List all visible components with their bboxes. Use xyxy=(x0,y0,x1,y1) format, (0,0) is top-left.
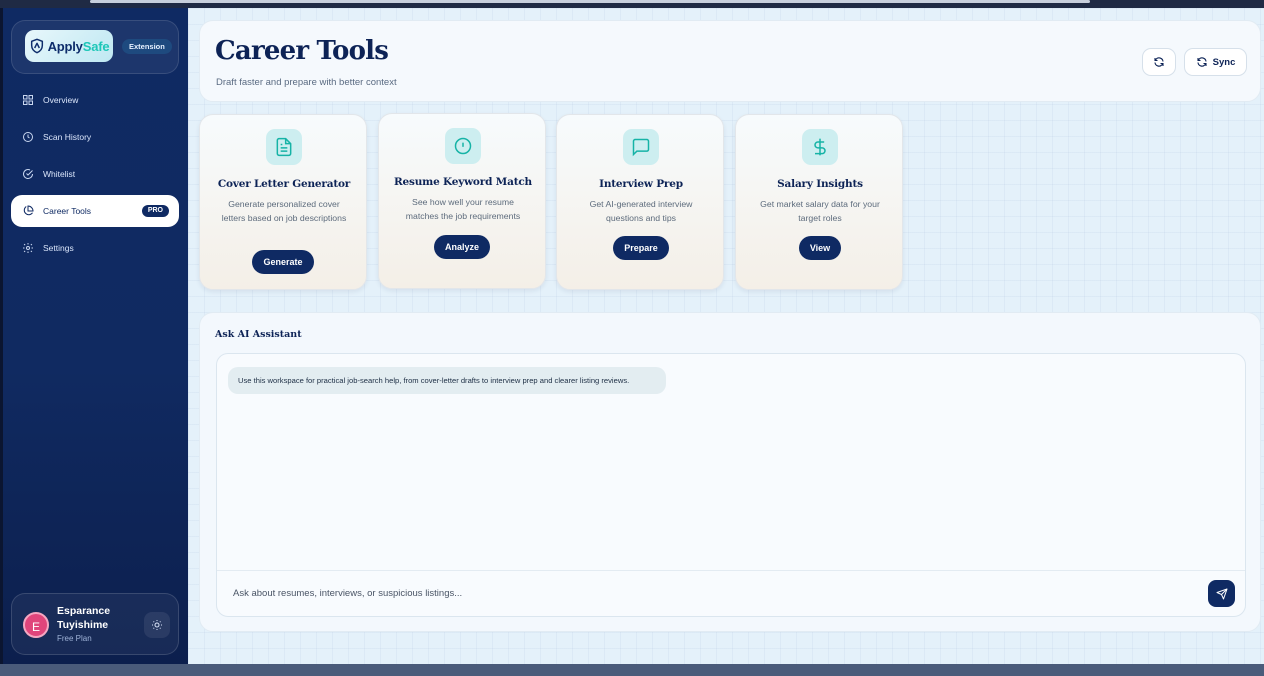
sidebar: ApplySafe Extension Overview Scan Histor… xyxy=(3,8,188,664)
sync-button[interactable]: Sync xyxy=(1184,48,1247,76)
sidebar-item-label: Overview xyxy=(43,95,79,105)
theme-toggle-button[interactable] xyxy=(144,612,170,638)
assistant-heading: Ask AI Assistant xyxy=(215,329,302,340)
ai-assistant-panel: Ask AI Assistant Use this workspace for … xyxy=(199,312,1261,632)
tool-title: Salary Insights xyxy=(777,178,863,190)
main-content: Career Tools Draft faster and prepare wi… xyxy=(188,8,1264,664)
check-circle-icon xyxy=(23,169,34,180)
view-button[interactable]: View xyxy=(799,236,841,260)
user-plan: Free Plan xyxy=(57,634,92,643)
clock-icon xyxy=(23,132,33,142)
sidebar-item-label: Career Tools xyxy=(43,206,92,216)
sidebar-item-label: Whitelist xyxy=(43,169,76,179)
tool-icon-container xyxy=(445,128,481,164)
message-square-icon xyxy=(632,138,650,157)
sidebar-item-label: Settings xyxy=(43,243,74,253)
sidebar-item-label: Scan History xyxy=(43,132,92,142)
tool-description: See how well your resume matches the job… xyxy=(405,197,521,221)
sidebar-item-settings[interactable]: Settings xyxy=(11,232,179,264)
grid-icon xyxy=(23,95,33,105)
document-icon xyxy=(276,137,292,157)
tool-title: Cover Letter Generator xyxy=(217,178,351,190)
page-title: Career Tools xyxy=(215,36,389,66)
alert-circle-icon xyxy=(454,137,472,155)
shield-logo-icon xyxy=(30,38,43,54)
chat-box: Use this workspace for practical job-sea… xyxy=(216,353,1246,617)
brand-card: ApplySafe Extension xyxy=(11,20,179,74)
send-button[interactable] xyxy=(1208,580,1235,607)
tool-card-interview-prep: Interview Prep Get AI-generated intervie… xyxy=(556,114,724,290)
browser-scrollbar xyxy=(90,0,1090,3)
browser-top-strip xyxy=(0,0,1264,8)
gear-icon xyxy=(23,243,33,253)
tool-title: Interview Prep xyxy=(599,178,683,190)
pro-badge: PRO xyxy=(141,205,169,217)
send-icon xyxy=(1216,588,1227,599)
extension-badge: Extension xyxy=(122,39,172,54)
dollar-icon xyxy=(814,138,826,156)
sidebar-nav: Overview Scan History Whitelist Career T… xyxy=(11,84,179,269)
tool-description: Get AI-generated interview questions and… xyxy=(589,199,693,223)
refresh-button[interactable] xyxy=(1142,48,1176,76)
window-bottom-strip xyxy=(0,664,1264,676)
prepare-button[interactable]: Prepare xyxy=(613,236,669,260)
tool-title: Resume Keyword Match xyxy=(394,176,532,188)
avatar[interactable]: E xyxy=(23,612,49,638)
sidebar-item-overview[interactable]: Overview xyxy=(11,84,179,116)
chat-input-row xyxy=(217,570,1245,616)
tool-icon-container xyxy=(266,129,302,165)
logo[interactable]: ApplySafe xyxy=(25,30,113,62)
chat-input[interactable] xyxy=(233,583,1193,603)
sidebar-item-scan-history[interactable]: Scan History xyxy=(11,121,179,153)
assistant-message: Use this workspace for practical job-sea… xyxy=(228,367,666,394)
analyze-button[interactable]: Analyze xyxy=(434,235,490,259)
tool-card-cover-letter: Cover Letter Generator Generate personal… xyxy=(199,114,367,290)
header-card: Career Tools Draft faster and prepare wi… xyxy=(199,20,1261,102)
user-card: E Esparance Tuyishime Free Plan xyxy=(11,593,179,655)
tool-card-resume-keyword: Resume Keyword Match See how well your r… xyxy=(378,113,546,289)
tool-card-salary-insights: Salary Insights Get market salary data f… xyxy=(735,114,903,290)
tool-icon-container xyxy=(623,129,659,165)
refresh-icon xyxy=(1154,57,1164,67)
generate-button[interactable]: Generate xyxy=(252,250,314,274)
sync-label: Sync xyxy=(1212,56,1236,68)
pie-chart-icon xyxy=(23,205,34,216)
user-name: Esparance Tuyishime xyxy=(57,605,111,631)
sidebar-item-whitelist[interactable]: Whitelist xyxy=(11,158,179,190)
tool-description: Get market salary data for your target r… xyxy=(760,199,880,223)
sun-icon xyxy=(152,620,162,630)
logo-text: ApplySafe xyxy=(47,38,110,54)
tool-icon-container xyxy=(802,129,838,165)
page-subtitle: Draft faster and prepare with better con… xyxy=(216,77,397,88)
sync-icon xyxy=(1197,57,1207,67)
tool-description: Generate personalized cover letters base… xyxy=(221,199,347,223)
sidebar-item-career-tools[interactable]: Career Tools PRO xyxy=(11,195,179,227)
